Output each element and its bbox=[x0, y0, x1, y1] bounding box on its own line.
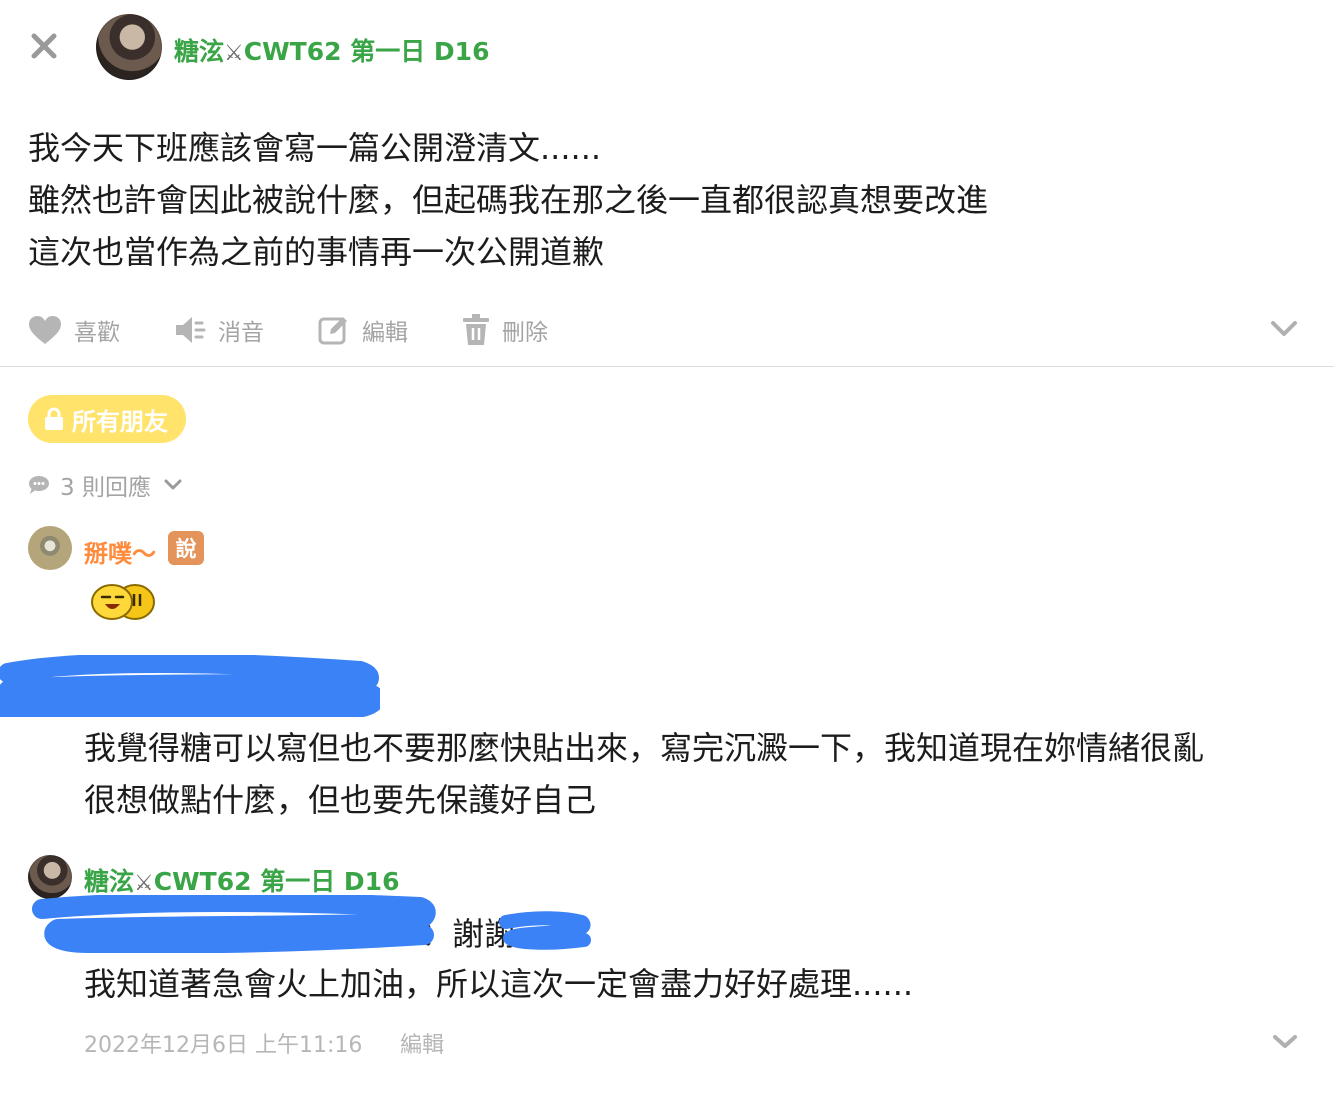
comment-author[interactable]: 掰噗～ bbox=[84, 534, 156, 569]
crossed-swords-icon: ⚔ bbox=[224, 41, 244, 66]
bot-avatar[interactable] bbox=[28, 526, 72, 570]
post-body: 我今天下班應該會寫一篇公開澄清文...... 雖然也許會因此被說什麼，但起碼我在… bbox=[28, 122, 988, 278]
reply-count: 3 則回應 bbox=[60, 475, 151, 501]
post-line: 我今天下班應該會寫一篇公開澄清文...... bbox=[28, 129, 602, 167]
privacy-label: 所有朋友 bbox=[72, 407, 168, 436]
comment-body: 我覺得糖可以寫但也不要那麼快貼出來，寫完沉澱一下，我知道現在妳情緒很亂 很想做點… bbox=[84, 722, 1204, 826]
comment-author[interactable]: 糖泫⚔CWT62 第一日 D16 bbox=[84, 862, 399, 898]
edit-icon bbox=[318, 317, 347, 345]
chevron-down-icon[interactable] bbox=[1270, 320, 1298, 338]
post-author[interactable]: 糖泫⚔CWT62 第一日 D16 bbox=[174, 32, 489, 68]
author-name: 糖泫 bbox=[174, 37, 225, 66]
close-icon[interactable] bbox=[28, 30, 60, 62]
comment-line: 我覺得糖可以寫但也不要那麼快貼出來，寫完沉澱一下，我知道現在妳情緒很亂 bbox=[84, 729, 1205, 767]
edit-label: 編輯 bbox=[362, 320, 408, 346]
post-action-bar: 喜歡 消音 編輯 刪除 bbox=[28, 310, 602, 350]
author-badge: CWT62 第一日 D16 bbox=[243, 37, 490, 66]
edit-comment-link[interactable]: 編輯 bbox=[400, 1027, 444, 1059]
laughing-emoticon-icon bbox=[91, 584, 155, 620]
mute-button[interactable]: 消音 bbox=[174, 313, 264, 347]
crossed-swords-icon: ⚔ bbox=[134, 871, 154, 896]
author-avatar[interactable] bbox=[28, 855, 72, 899]
comment-line: 我知道著急會火上加油，所以這次一定會盡力好好處理...... bbox=[84, 965, 914, 1003]
post-line: 雖然也許會因此被說什麼，但起碼我在那之後一直都很認真想要改進 bbox=[28, 181, 989, 219]
trash-icon bbox=[463, 314, 489, 345]
redaction-scribble bbox=[32, 895, 436, 953]
like-label: 喜歡 bbox=[74, 320, 120, 346]
redaction-scribble bbox=[0, 655, 380, 717]
delete-label: 刪除 bbox=[502, 320, 548, 346]
author-badge: CWT62 第一日 D16 bbox=[153, 867, 400, 896]
delete-button[interactable]: 刪除 bbox=[462, 313, 548, 347]
divider bbox=[0, 366, 1334, 367]
author-name: 糖泫 bbox=[84, 867, 135, 896]
comment-bubble-icon bbox=[29, 476, 49, 494]
chevron-down-icon bbox=[164, 479, 182, 490]
mute-label: 消音 bbox=[218, 320, 264, 346]
comment-line: ：謝謝 bbox=[420, 915, 517, 953]
lock-icon bbox=[45, 407, 63, 430]
replies-toggle[interactable]: 3 則回應 bbox=[28, 468, 183, 502]
timestamp: 2022年12月6日 上午11:16 bbox=[84, 1033, 363, 1058]
qualifier-badge: 說 bbox=[168, 531, 204, 565]
like-button[interactable]: 喜歡 bbox=[28, 313, 120, 347]
comment-line: 很想做點什麼，但也要先保護好自己 bbox=[84, 781, 597, 819]
chevron-down-icon[interactable] bbox=[1272, 1034, 1298, 1050]
author-avatar[interactable] bbox=[96, 14, 162, 80]
privacy-badge[interactable]: 所有朋友 bbox=[28, 395, 186, 443]
heart-icon bbox=[29, 316, 61, 344]
post-line: 這次也當作為之前的事情再一次公開道歉 bbox=[28, 233, 605, 271]
edit-button[interactable]: 編輯 bbox=[318, 313, 408, 347]
speaker-mute-icon bbox=[176, 317, 206, 343]
